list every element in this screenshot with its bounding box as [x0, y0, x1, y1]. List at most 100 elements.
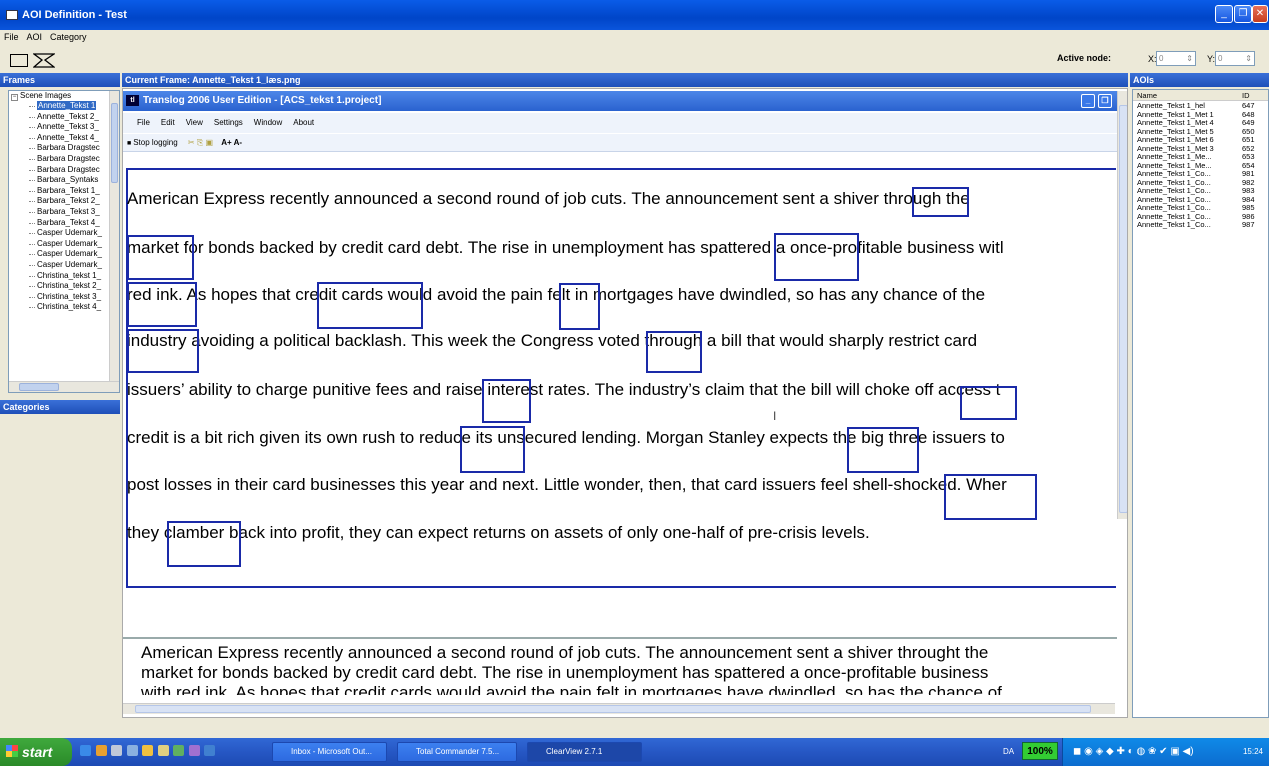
text-cursor-icon: I: [773, 409, 777, 423]
stop-logging-label: Stop logging: [133, 138, 178, 147]
window-title: AOI Definition - Test: [22, 9, 127, 21]
document-line: market for bonds backed by credit card d…: [127, 238, 1004, 257]
frames-tree-item[interactable]: Christina_tekst 4_: [9, 302, 119, 313]
aoi-box-voted[interactable]: [646, 331, 702, 373]
aoi-box-pain[interactable]: [559, 283, 600, 330]
frames-tree-item[interactable]: Annette_Tekst 1: [9, 101, 119, 112]
aoi-box-raise[interactable]: [482, 379, 531, 423]
frames-tree-item[interactable]: Barbara_Tekst 1_: [9, 186, 119, 197]
start-button[interactable]: start: [0, 738, 72, 766]
aois-col-name[interactable]: Name: [1137, 90, 1242, 100]
aoi-row-name: Annette_Tekst 1_Met 6: [1137, 136, 1214, 144]
aoi-row-name: Annette_Tekst 1_Me...: [1137, 161, 1212, 170]
frames-tree-item[interactable]: Barbara Dragstec: [9, 154, 119, 165]
aoi-row-name: Annette_Tekst 1_Met 1: [1137, 110, 1214, 119]
aoi-box-expects[interactable]: [847, 427, 919, 473]
frames-tree-item[interactable]: Barbara_Tekst 3_: [9, 207, 119, 218]
translog-menu-view: View: [185, 118, 203, 127]
menu-aoi[interactable]: AOI: [23, 32, 47, 42]
aoi-box-choke[interactable]: [960, 386, 1017, 420]
frames-tree-item[interactable]: Christina_tekst 3_: [9, 292, 119, 303]
aoi-row-name: Annette_Tekst 1_Co...: [1137, 187, 1211, 195]
translog-toolbar: ■ Stop logging ✂ ⎘ ▣ A+ A-: [123, 134, 1117, 152]
frames-tree-item[interactable]: Barbara Dragstec: [9, 165, 119, 176]
frames-hscroll-thumb[interactable]: [19, 383, 59, 391]
window-titlebar: AOI Definition - Test: [0, 0, 1269, 30]
system-tray: ◼ ◉ ◈ ◆ ✚ ◐ ◍ ❀ ✔ ▣ ◀) 15:24: [1062, 738, 1269, 766]
aois-col-id[interactable]: ID: [1242, 90, 1250, 100]
aoi-row[interactable]: Annette_Tekst 1_Co... 987: [1133, 220, 1268, 230]
document-line: American Express recently announced a se…: [127, 189, 970, 208]
frames-tree-item[interactable]: Barbara_Syntaks: [9, 175, 119, 186]
explorer-icon[interactable]: [111, 745, 123, 757]
translog-menu-file: File: [137, 118, 150, 127]
cut-copy-paste-icons: ✂ ⎘ ▣: [187, 138, 214, 147]
polygon-tool-icon[interactable]: [33, 53, 55, 68]
frames-tree-item[interactable]: Barbara_Tekst 4_: [9, 218, 119, 229]
frames-tree-item[interactable]: Christina_tekst 1_: [9, 271, 119, 282]
scene-image: tl Translog 2006 User Edition - [ACS_tek…: [122, 88, 1128, 718]
frames-tree-item[interactable]: Casper Udemark_: [9, 249, 119, 260]
desktop-icon[interactable]: [126, 745, 138, 757]
translog-menu-edit: Edit: [160, 118, 175, 127]
task-inbox[interactable]: Inbox - Microsoft Out...: [272, 742, 387, 762]
aoi-row-name: Annette_Tekst 1_Met 5: [1137, 127, 1214, 136]
aoi-row-name: Annette_Tekst 1_Co...: [1137, 212, 1211, 221]
aois-column-headers: Name ID: [1133, 90, 1268, 101]
tray-icons[interactable]: ◼ ◉ ◈ ◆ ✚ ◐ ◍ ❀ ✔ ▣ ◀): [1073, 746, 1194, 757]
commander-icon[interactable]: [157, 745, 169, 757]
x-spinner[interactable]: 0 ⇕: [1156, 51, 1196, 66]
tree-root[interactable]: − Scene Images: [9, 91, 119, 101]
menu-category[interactable]: Category: [46, 32, 91, 42]
aoi-box-reduce[interactable]: [460, 426, 525, 473]
zoom-indicator[interactable]: 100%: [1022, 742, 1058, 760]
app-icon-7[interactable]: [173, 745, 185, 757]
aoi-box-market[interactable]: [127, 235, 194, 280]
document-line: post losses in their card businesses thi…: [127, 475, 1007, 494]
frames-tree-item[interactable]: Barbara Dragstec: [9, 143, 119, 154]
language-indicator[interactable]: DA: [1003, 747, 1014, 756]
aoi-box-industry[interactable]: [127, 329, 199, 373]
restore-button[interactable]: ❐: [1234, 5, 1252, 23]
ie-icon[interactable]: [80, 745, 91, 757]
task-clearview[interactable]: ClearView 2.7.1: [527, 742, 642, 762]
aoi-box-spattered[interactable]: [774, 233, 859, 281]
outlook-icon[interactable]: [142, 745, 154, 757]
categories-header: Categories: [0, 400, 120, 414]
frames-vscroll-thumb[interactable]: [111, 103, 118, 183]
aoi-box-red-ink[interactable]: [127, 282, 197, 327]
y-spinner[interactable]: 0 ⇕: [1215, 51, 1255, 66]
frames-tree-item[interactable]: Casper Udemark_: [9, 228, 119, 239]
frames-hscrollbar[interactable]: [9, 381, 119, 392]
frames-tree-item[interactable]: Annette_Tekst 3_: [9, 122, 119, 133]
app-icon-8[interactable]: [188, 745, 200, 757]
menu-file[interactable]: File: [0, 32, 23, 42]
minimize-button[interactable]: _: [1215, 5, 1233, 23]
frames-tree-item[interactable]: Casper Udemark_: [9, 239, 119, 250]
frames-tree-item[interactable]: Annette_Tekst 2_: [9, 112, 119, 123]
translog-minimize-icon: _: [1081, 94, 1095, 108]
translog-titlebar: tl Translog 2006 User Edition - [ACS_tek…: [123, 91, 1117, 111]
frames-tree-item[interactable]: Barbara_Tekst 2_: [9, 196, 119, 207]
document-bottom-rule: [126, 586, 1116, 588]
task-total-commander[interactable]: Total Commander 7.5...: [397, 742, 517, 762]
aoi-box-clamber[interactable]: [167, 521, 241, 567]
translog-icon: tl: [126, 95, 139, 106]
aoi-box-credit-cards[interactable]: [317, 282, 423, 329]
frames-tree-item[interactable]: Annette_Tekst 4_: [9, 133, 119, 144]
frames-tree-item[interactable]: Casper Udemark_: [9, 260, 119, 271]
firefox-icon[interactable]: [95, 745, 107, 757]
translog-menu-settings: Settings: [213, 118, 243, 127]
frames-vscrollbar[interactable]: [109, 91, 119, 381]
document-line: issuers’ ability to charge punitive fees…: [127, 380, 1001, 399]
document-line: red ink. As hopes that credit cards woul…: [127, 285, 986, 304]
aoi-row-id: 987: [1242, 220, 1255, 229]
app-icon-9[interactable]: [204, 745, 216, 757]
frames-tree-item[interactable]: Christina_tekst 2_: [9, 281, 119, 292]
aoi-box-shell-shocked[interactable]: [944, 474, 1037, 520]
aoi-box-shiver[interactable]: [912, 187, 969, 217]
rectangle-tool-icon[interactable]: [10, 54, 28, 67]
taskbar: start Inbox - Microsoft Out... Total Com…: [0, 738, 1269, 766]
close-button[interactable]: ✕: [1252, 5, 1268, 23]
app-icon: [6, 10, 18, 20]
